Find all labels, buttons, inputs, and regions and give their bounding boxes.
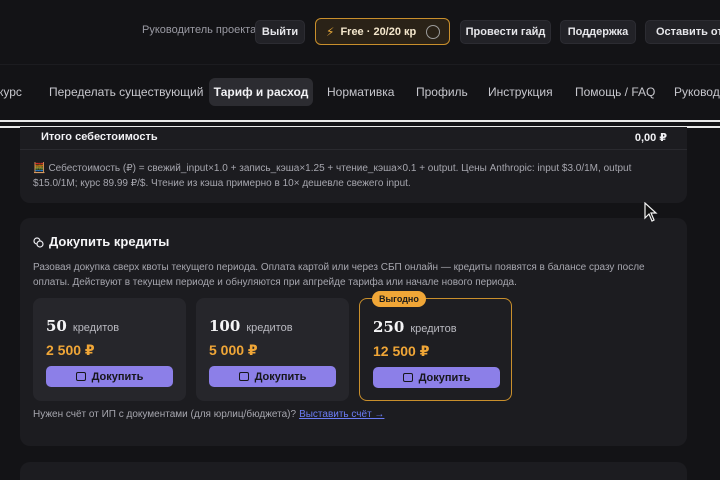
nav-item-regulations[interactable]: Нормативка xyxy=(327,78,394,106)
package-amount: 50 кредитов xyxy=(46,317,120,335)
coins-icon xyxy=(33,236,44,248)
package-amount: 100 кредитов xyxy=(209,317,293,335)
buy-credits-description: Разовая докупка сверх квоты текущего пер… xyxy=(33,262,645,288)
support-button[interactable]: Поддержка xyxy=(560,20,636,44)
buy-credits-title-text: Докупить кредиты xyxy=(49,234,170,249)
cost-formula-text: Себестоимость (₽) = свежий_input×1.0 + з… xyxy=(33,163,632,189)
package-price: 5 000 ₽ xyxy=(209,342,258,358)
logout-button[interactable]: Выйти xyxy=(255,20,305,44)
nav-item-guide[interactable]: Руководство xyxy=(674,78,720,106)
total-cost-value: 0,00 ₽ xyxy=(634,132,667,144)
package-price: 12 500 ₽ xyxy=(373,343,430,359)
buy-credits-title: Докупить кредиты xyxy=(33,234,169,249)
user-role-label: Руководитель проекта xyxy=(142,24,257,36)
nav-item-tariff-usage[interactable]: Тариф и расход xyxy=(209,78,313,106)
coins-icon xyxy=(238,372,249,381)
plan-badge-button[interactable]: ⚡ Free · 20/20 кр xyxy=(315,18,450,45)
next-card xyxy=(20,462,687,480)
credit-package-100: 100 кредитов 5 000 ₽ Докупить xyxy=(196,298,349,401)
total-cost-label: Итого себестоимость xyxy=(41,131,158,143)
nav-item-rework-existing[interactable]: Переделать существующий xyxy=(49,78,203,106)
lightning-icon: ⚡ xyxy=(326,24,335,39)
nav-item-course[interactable]: курс xyxy=(0,78,22,106)
top-header: Руководитель проекта Выйти ⚡ Free · 20/2… xyxy=(0,0,720,64)
card-rule xyxy=(20,149,687,150)
start-guide-button[interactable]: Провести гайд xyxy=(460,20,551,44)
leave-feedback-button[interactable]: Оставить отзыв xyxy=(645,20,720,44)
credit-package-250: Выгодно 250 кредитов 12 500 ₽ Докупить xyxy=(359,291,512,401)
cost-summary-card: Итого себестоимость 0,00 ₽ 🧮 Себестоимост… xyxy=(20,127,687,203)
buy-package-button[interactable]: Докупить xyxy=(46,366,173,387)
coins-icon xyxy=(402,373,413,382)
package-price: 2 500 ₽ xyxy=(46,342,95,358)
issue-invoice-link[interactable]: Выставить счёт → xyxy=(299,409,384,420)
invoice-note: Нужен счёт от ИП с документами (для юрли… xyxy=(33,409,385,420)
plan-label: Free · 20/20 кр xyxy=(340,25,417,38)
cost-formula: 🧮 Себестоимость (₽) = свежий_input×1.0 + … xyxy=(33,161,673,191)
calculator-icon: 🧮 xyxy=(33,163,46,174)
buy-credits-card: Докупить кредиты Разовая докупка сверх к… xyxy=(20,218,687,446)
nav-item-profile[interactable]: Профиль xyxy=(416,78,468,106)
best-value-badge: Выгодно xyxy=(372,291,426,307)
package-amount: 250 кредитов xyxy=(373,318,457,336)
credits-ring-icon xyxy=(426,25,440,39)
mouse-cursor-icon xyxy=(644,202,658,222)
coins-icon xyxy=(75,372,86,381)
credit-package-50: 50 кредитов 2 500 ₽ Докупить xyxy=(33,298,186,401)
buy-package-button[interactable]: Докупить xyxy=(209,366,336,387)
buy-package-button[interactable]: Докупить xyxy=(373,367,500,388)
nav-item-help-faq[interactable]: Помощь / FAQ xyxy=(575,78,655,106)
main-nav: курс Переделать существующий Тариф и рас… xyxy=(0,64,720,114)
nav-item-instructions[interactable]: Инструкция xyxy=(488,78,553,106)
